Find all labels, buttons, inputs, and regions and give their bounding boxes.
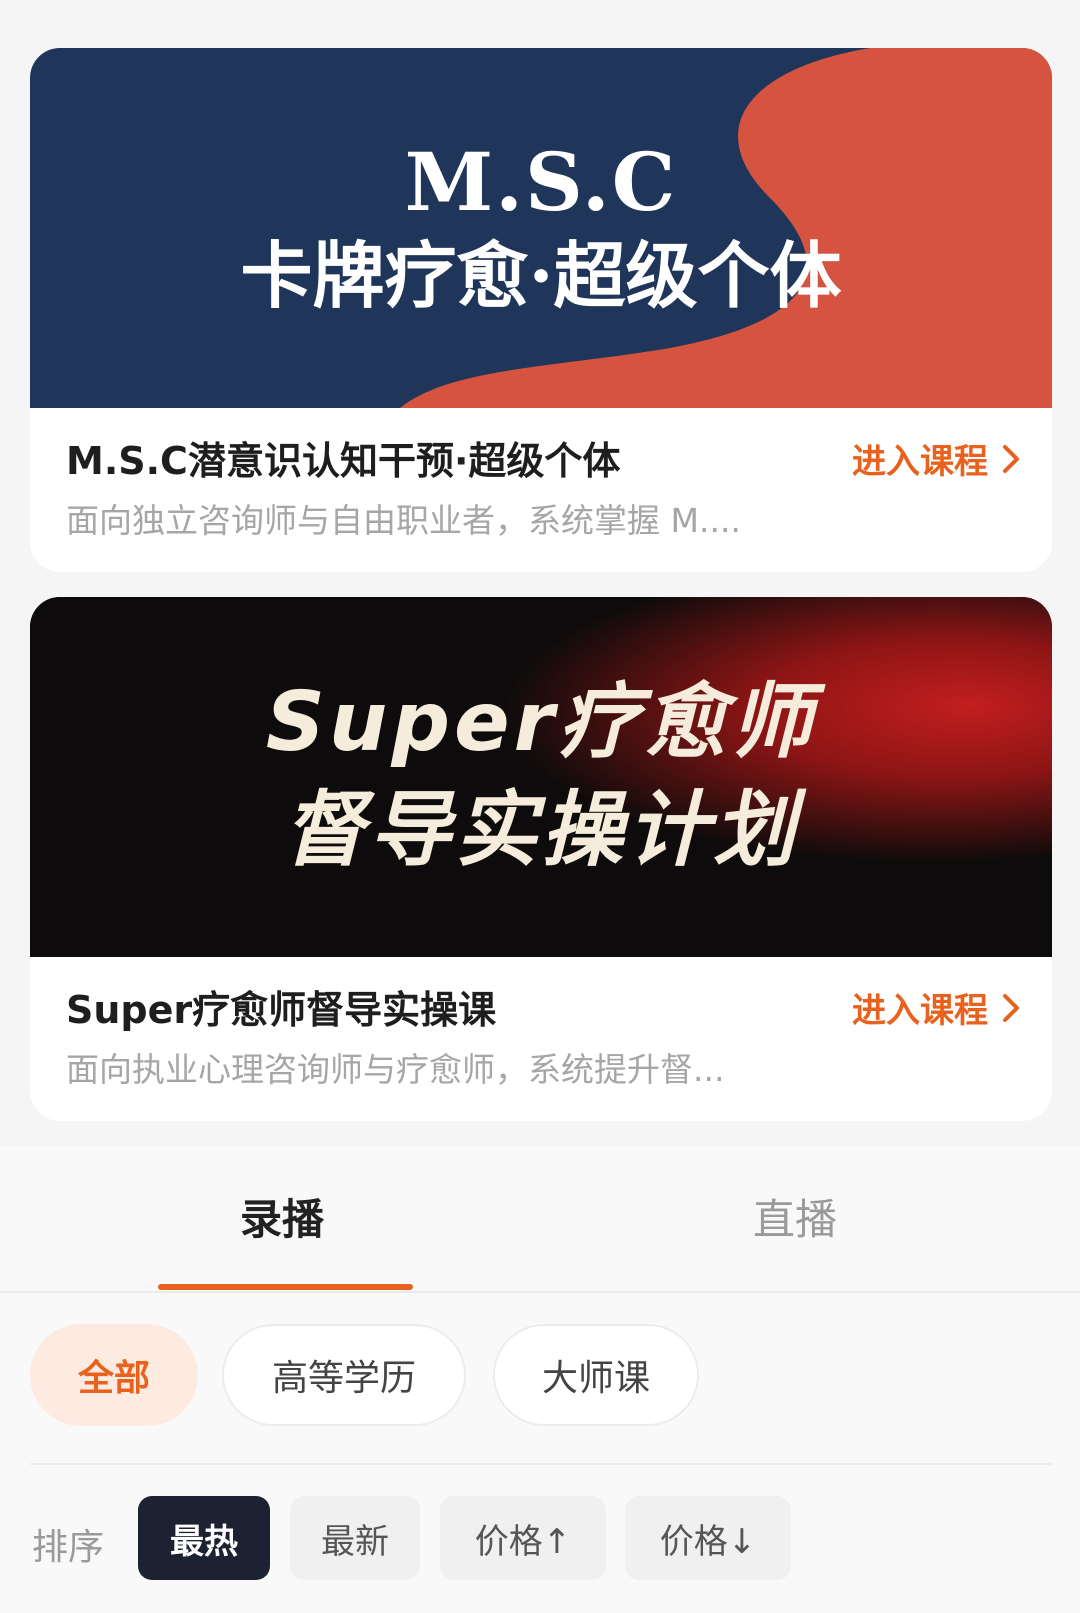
course-card-msc[interactable]: M.S.C 卡牌疗愈·超级个体 M.S.C潜意识认知干预·超级个体 进入课程 面… (30, 48, 1052, 572)
sort-newest-button[interactable]: 最新 (290, 1496, 420, 1580)
course-banner-super[interactable]: Super疗愈师 督导实操计划 (30, 597, 1052, 957)
banner-text: Super疗愈师 督导实操计划 (30, 597, 1052, 957)
course-description: 面向独立咨询师与自由职业者，系统掌握 M.... (66, 501, 741, 540)
sort-price-asc-button[interactable]: 价格↑ (440, 1496, 606, 1580)
chevron-right-icon (1002, 444, 1020, 474)
course-info: M.S.C潜意识认知干预·超级个体 进入课程 面向独立咨询师与自由职业者，系统掌… (30, 408, 1052, 572)
course-card-super[interactable]: Super疗愈师 督导实操计划 Super疗愈师督导实操课 进入课程 面向执业心… (30, 597, 1052, 1121)
enter-course-link[interactable]: 进入课程 (852, 434, 1020, 483)
banner-subheading: 督导实操计划 (283, 783, 799, 878)
chevron-right-icon (1002, 993, 1020, 1023)
sort-label: 排序 (32, 1527, 105, 1568)
banner-text: M.S.C 卡牌疗愈·超级个体 (30, 48, 1052, 408)
course-title: Super疗愈师督导实操课 (66, 988, 497, 1032)
active-tab-indicator (158, 1284, 413, 1290)
enter-course-link[interactable]: 进入课程 (852, 983, 1020, 1032)
enter-course-label: 进入课程 (852, 991, 988, 1031)
enter-course-label: 进入课程 (852, 442, 988, 482)
tab-recorded[interactable]: 录播 (240, 1186, 324, 1247)
filter-divider (30, 1463, 1052, 1465)
category-chip-higher-education[interactable]: 高等学历 (222, 1324, 466, 1426)
banner-heading: Super疗愈师 (265, 675, 817, 770)
course-description: 面向执业心理咨询师与疗愈师，系统提升督... (66, 1050, 725, 1089)
course-list-panel: 录播 直播 全部 高等学历 大师课 排序 最热 最新 价格↑ 价格↓ (0, 1146, 1080, 1613)
category-chip-masterclass[interactable]: 大师课 (493, 1324, 699, 1426)
tab-divider (0, 1291, 1080, 1293)
course-info: Super疗愈师督导实操课 进入课程 面向执业心理咨询师与疗愈师，系统提升督..… (30, 957, 1052, 1121)
category-chip-all[interactable]: 全部 (30, 1324, 198, 1426)
tab-live[interactable]: 直播 (753, 1186, 837, 1247)
course-banner-msc[interactable]: M.S.C 卡牌疗愈·超级个体 (30, 48, 1052, 408)
sort-price-desc-button[interactable]: 价格↓ (625, 1496, 791, 1580)
sort-hottest-button[interactable]: 最热 (138, 1496, 270, 1580)
course-title: M.S.C潜意识认知干预·超级个体 (66, 439, 621, 483)
banner-subheading: 卡牌疗愈·超级个体 (240, 233, 842, 318)
banner-heading: M.S.C (404, 135, 678, 229)
